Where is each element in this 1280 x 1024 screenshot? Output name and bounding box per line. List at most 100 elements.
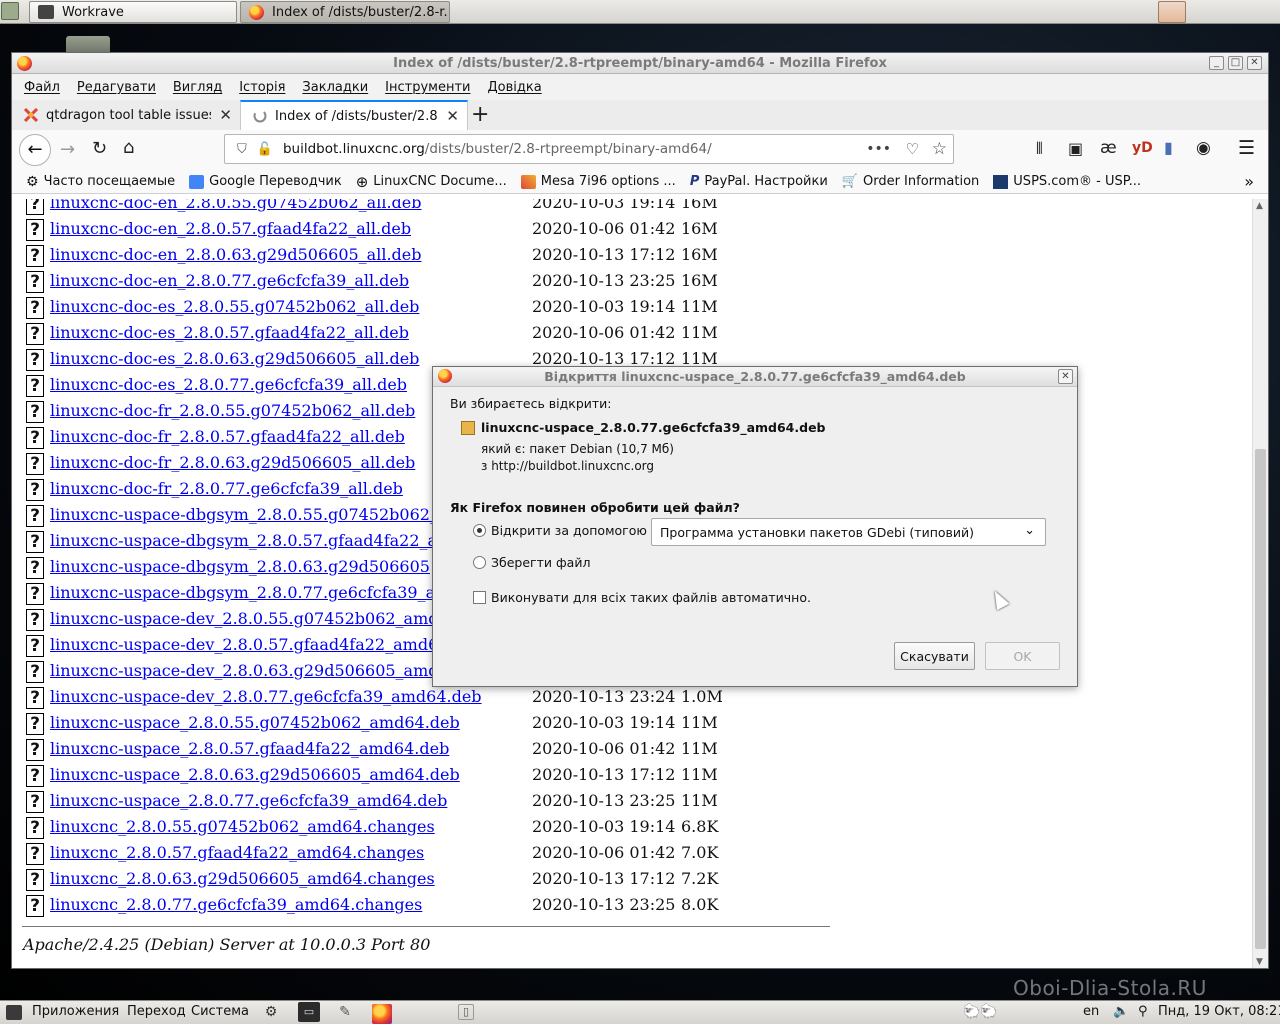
dialog-close-button[interactable]: ✕ <box>1058 369 1073 384</box>
pocket-icon[interactable]: ♡ <box>906 140 919 158</box>
file-link[interactable]: linuxcnc-uspace-dev_2.8.0.63.g29d506605_… <box>50 661 439 680</box>
ok-button[interactable]: OK <box>985 642 1060 670</box>
page-actions-icon[interactable]: ••• <box>866 141 891 157</box>
file-link[interactable]: linuxcnc_2.8.0.63.g29d506605_amd64.chang… <box>50 869 435 888</box>
menu-tools[interactable]: Інструменти <box>385 80 470 95</box>
network-icon[interactable]: ⚲ <box>1138 1004 1148 1019</box>
tab-index-dists[interactable]: Index of /dists/buster/2.8-rt ✕ <box>240 100 468 130</box>
bookmark-mesa-7i96[interactable]: Mesa 7i96 options ... <box>520 174 676 189</box>
minimize-button[interactable]: _ <box>1209 56 1224 70</box>
bookmark-most-visited[interactable]: ⚙ Часто посещаемые <box>26 174 175 190</box>
menu-history[interactable]: Історія <box>239 80 285 95</box>
file-link[interactable]: linuxcnc-uspace_2.8.0.57.gfaad4fa22_amd6… <box>50 739 449 758</box>
task-workrave[interactable]: Workrave <box>29 1 237 23</box>
new-tab-button[interactable]: + <box>471 102 489 127</box>
open-with-radio[interactable] <box>473 524 486 537</box>
file-link[interactable]: linuxcnc_2.8.0.55.g07452b062_amd64.chang… <box>50 817 435 836</box>
linuxcnc-launcher-icon[interactable]: ⚙ <box>260 1002 282 1022</box>
terminal-launcher-icon[interactable]: ▭ <box>298 1002 320 1022</box>
menu-edit[interactable]: Редагувати <box>77 80 156 95</box>
save-file-label[interactable]: Зберегти файл <box>491 555 590 570</box>
library-icon[interactable]: ⫴ <box>1036 139 1043 159</box>
file-link[interactable]: linuxcnc_2.8.0.77.ge6cfcfa39_amd64.chang… <box>50 895 422 914</box>
file-link[interactable]: linuxcnc-doc-es_2.8.0.63.g29d506605_all.… <box>50 349 419 368</box>
sidebar-icon[interactable]: ▣ <box>1068 139 1083 158</box>
window-titlebar[interactable]: Index of /dists/buster/2.8-rtpreempt/bin… <box>12 53 1268 74</box>
hamburger-menu-icon[interactable]: ☰ <box>1238 137 1255 159</box>
close-tab-icon[interactable]: ✕ <box>446 107 459 125</box>
file-link[interactable]: linuxcnc_2.8.0.57.gfaad4fa22_amd64.chang… <box>50 843 424 862</box>
file-link[interactable]: linuxcnc-doc-fr_2.8.0.57.gfaad4fa22_all.… <box>50 427 405 446</box>
menu-system[interactable]: Система <box>191 1004 249 1019</box>
menu-view[interactable]: Вигляд <box>173 80 222 95</box>
close-tab-icon[interactable]: ✕ <box>219 106 232 124</box>
home-button[interactable]: ⌂ <box>123 137 134 158</box>
keyboard-layout[interactable]: en <box>1083 1004 1099 1019</box>
file-link[interactable]: linuxcnc-doc-fr_2.8.0.77.ge6cfcfa39_all.… <box>50 479 403 498</box>
menu-help[interactable]: Довідка <box>487 80 541 95</box>
clock[interactable]: Пнд, 19 Окт, 08:21 <box>1158 1004 1280 1019</box>
text-editor-launcher-icon[interactable]: ✎ <box>334 1002 356 1022</box>
close-window-button[interactable]: ✕ <box>1247 56 1262 70</box>
cancel-button[interactable]: Скасувати <box>894 642 975 670</box>
file-link[interactable]: linuxcnc-uspace_2.8.0.63.g29d506605_amd6… <box>50 765 460 784</box>
file-link[interactable]: linuxcnc-doc-en_2.8.0.55.g07452b062_all.… <box>50 199 422 212</box>
readlist-icon[interactable]: æ <box>1100 138 1117 158</box>
menu-file[interactable]: Файл <box>24 80 60 95</box>
yandex-icon[interactable]: yD <box>1132 140 1153 156</box>
file-link[interactable]: linuxcnc-doc-es_2.8.0.55.g07452b062_all.… <box>50 297 419 316</box>
open-with-label[interactable]: Відкрити за допомогою <box>491 523 647 538</box>
firefox-launcher-icon[interactable] <box>372 1004 392 1024</box>
file-link[interactable]: linuxcnc-uspace-dbgsym_2.8.0.55.g07452b0… <box>50 505 438 524</box>
scroll-down-icon[interactable]: ▼ <box>1256 957 1263 967</box>
show-desktop-icon[interactable] <box>1 2 19 20</box>
scrollbar-thumb[interactable] <box>1255 449 1266 949</box>
insecure-connection-icon[interactable]: 🔓 <box>257 142 273 157</box>
back-button[interactable]: ← <box>19 134 51 166</box>
site-info-icon[interactable]: ⛉ <box>237 142 247 157</box>
forward-button[interactable]: → <box>60 139 75 160</box>
menu-applications[interactable]: Приложения <box>32 1004 119 1019</box>
file-link[interactable]: linuxcnc-uspace_2.8.0.55.g07452b062_amd6… <box>50 713 460 732</box>
file-link[interactable]: linuxcnc-uspace-dbgsym_2.8.0.57.gfaad4fa… <box>50 531 437 550</box>
reload-button[interactable]: ↻ <box>92 138 107 159</box>
application-select[interactable]: Программа установки пакетов GDebi (типов… <box>651 518 1046 546</box>
tray-applet-icon[interactable] <box>1158 1 1186 23</box>
file-link[interactable]: linuxcnc-uspace-dbgsym_2.8.0.63.g29d5066… <box>50 557 430 576</box>
bookmark-usps[interactable]: USPS.com® - USP... <box>993 174 1141 189</box>
dialog-titlebar[interactable]: Відкриття linuxcnc-uspace_2.8.0.77.ge6cf… <box>433 367 1077 387</box>
url-bar[interactable]: ⛉ 🔓 buildbot.linuxcnc.org/dists/buster/2… <box>224 134 954 164</box>
menu-bookmarks[interactable]: Закладки <box>302 80 368 95</box>
bookmark-paypal[interactable]: P PayPal. Настройки <box>690 174 828 189</box>
file-link[interactable]: linuxcnc-uspace-dev_2.8.0.55.g07452b062_… <box>50 609 439 628</box>
bookmark-google-translate[interactable]: Google Переводчик <box>189 174 342 189</box>
scroll-up-icon[interactable]: ▲ <box>1256 201 1263 211</box>
volume-icon[interactable]: 🔈 <box>1113 1004 1129 1019</box>
file-link[interactable]: linuxcnc-doc-es_2.8.0.57.gfaad4fa22_all.… <box>50 323 409 342</box>
file-link[interactable]: linuxcnc-uspace-dev_2.8.0.77.ge6cfcfa39_… <box>50 687 482 706</box>
bookmark-star-icon[interactable]: ☆ <box>932 139 947 159</box>
trash-icon[interactable]: ▯ <box>458 1004 474 1020</box>
bookmarks-overflow-icon[interactable]: » <box>1244 172 1254 191</box>
tab-qtdragon[interactable]: qtdragon tool table issues - ✕ <box>12 100 240 130</box>
task-firefox[interactable]: Index of /dists/buster/2.8-r... <box>240 1 450 23</box>
file-link[interactable]: linuxcnc-doc-en_2.8.0.57.gfaad4fa22_all.… <box>50 219 411 238</box>
account-icon[interactable]: ◉ <box>1196 138 1211 158</box>
menu-places[interactable]: Переход <box>127 1004 186 1019</box>
file-link[interactable]: linuxcnc-uspace_2.8.0.77.ge6cfcfa39_amd6… <box>50 791 447 810</box>
file-link[interactable]: linuxcnc-doc-es_2.8.0.77.ge6cfcfa39_all.… <box>50 375 407 394</box>
workrave-status-icon[interactable]: 🐑🐑 <box>963 1004 998 1020</box>
file-link[interactable]: linuxcnc-doc-en_2.8.0.63.g29d506605_all.… <box>50 245 422 264</box>
maximize-button[interactable]: □ <box>1228 56 1243 70</box>
file-link[interactable]: linuxcnc-doc-fr_2.8.0.63.g29d506605_all.… <box>50 453 415 472</box>
save-file-radio[interactable] <box>473 556 486 569</box>
auto-action-checkbox[interactable] <box>473 591 486 604</box>
file-link[interactable]: linuxcnc-doc-fr_2.8.0.55.g07452b062_all.… <box>50 401 415 420</box>
file-link[interactable]: linuxcnc-uspace-dbgsym_2.8.0.77.ge6cfcfa… <box>50 583 435 602</box>
bookmark-linuxcnc-docs[interactable]: ⊕ LinuxCNC Docume... <box>356 173 507 191</box>
extension-icon[interactable]: ▮ <box>1164 138 1173 157</box>
auto-action-label[interactable]: Виконувати для всіх таких файлів автомат… <box>491 590 811 605</box>
file-link[interactable]: linuxcnc-uspace-dev_2.8.0.57.gfaad4fa22_… <box>50 635 438 654</box>
bookmark-order-information[interactable]: 🛒 Order Information <box>842 174 980 189</box>
page-scrollbar[interactable]: ▲ ▼ <box>1252 199 1268 968</box>
